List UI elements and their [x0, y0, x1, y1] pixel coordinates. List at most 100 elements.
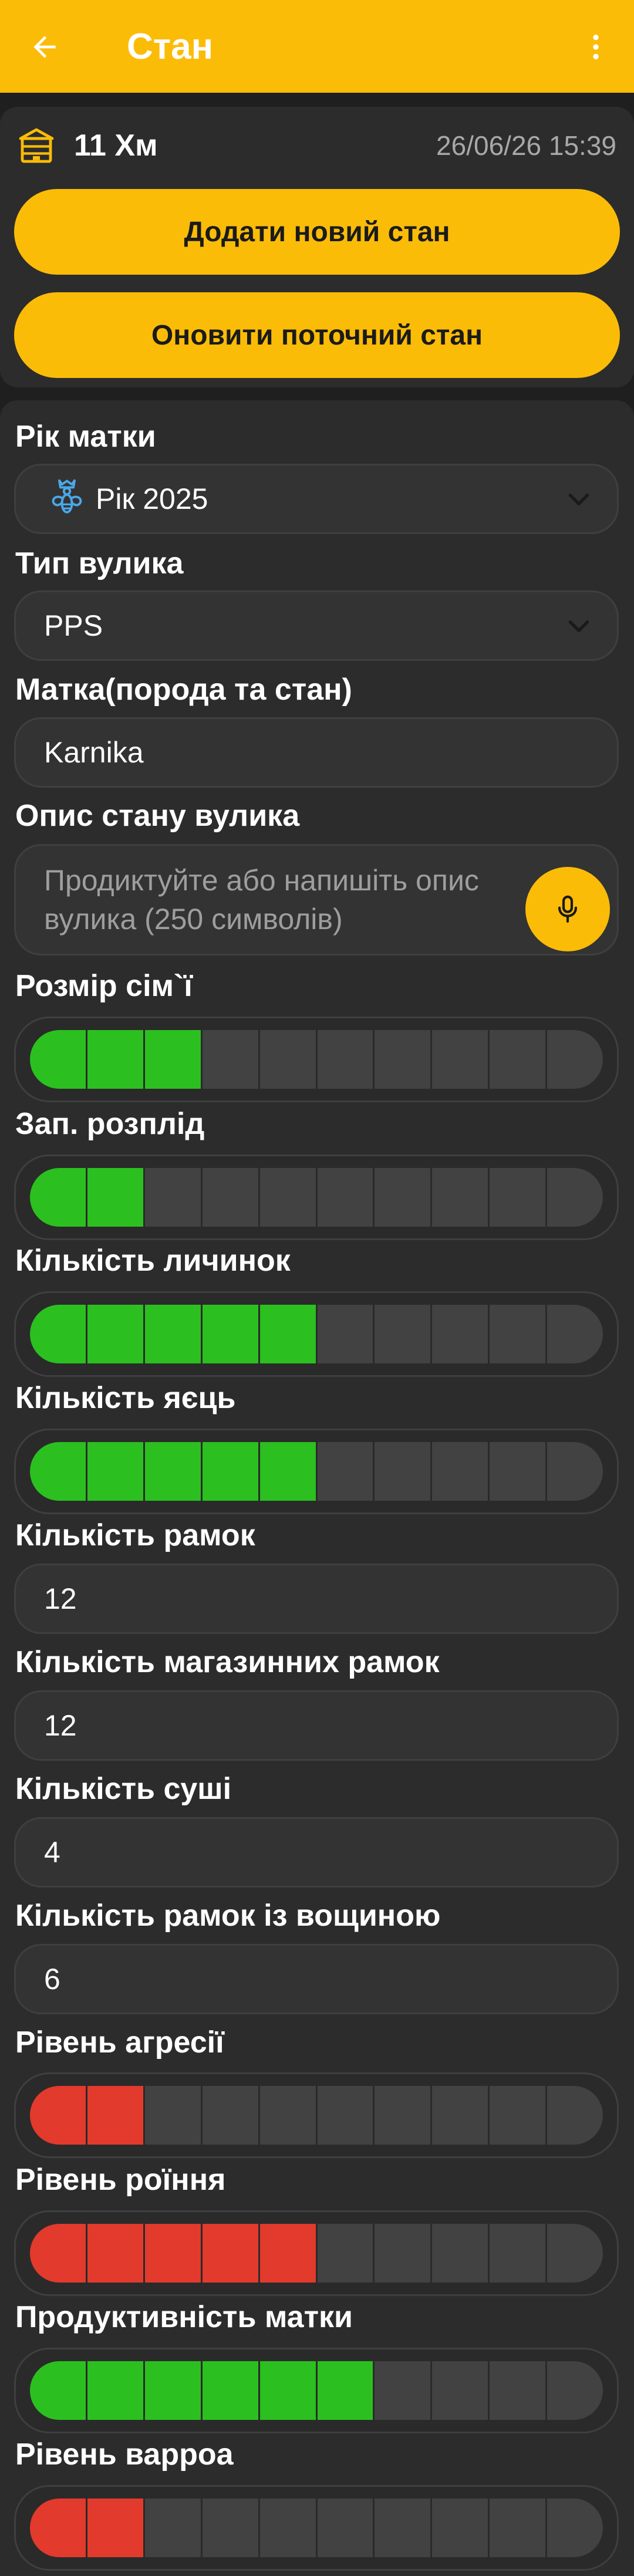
level-segment[interactable] — [490, 2499, 546, 2557]
level-segment[interactable] — [375, 2224, 431, 2283]
level-segment[interactable] — [87, 1442, 143, 1501]
level-segment[interactable] — [432, 1305, 488, 1363]
frames-input[interactable]: 12 — [14, 1564, 619, 1634]
back-button[interactable] — [21, 23, 68, 70]
level-segment[interactable] — [202, 1030, 258, 1089]
more-options-button[interactable] — [572, 23, 619, 70]
level-segment[interactable] — [30, 1030, 86, 1089]
level-segment[interactable] — [259, 1305, 316, 1363]
level-segment[interactable] — [432, 1030, 488, 1089]
level-segment[interactable] — [202, 1168, 258, 1227]
level-segment[interactable] — [490, 2224, 546, 2283]
level-segment[interactable] — [490, 1305, 546, 1363]
level-segment[interactable] — [202, 2499, 258, 2557]
level-segment[interactable] — [547, 1168, 603, 1227]
level-segment[interactable] — [87, 1168, 143, 1227]
level-segment[interactable] — [317, 2499, 373, 2557]
level-segment[interactable] — [490, 2086, 546, 2145]
level-segment[interactable] — [144, 1442, 201, 1501]
level-segment[interactable] — [547, 2361, 603, 2420]
level-segment[interactable] — [202, 2361, 258, 2420]
level-segment[interactable] — [144, 1030, 201, 1089]
level-segment[interactable] — [259, 1030, 316, 1089]
level-segment[interactable] — [547, 2224, 603, 2283]
level-segment[interactable] — [375, 1442, 431, 1501]
level-segment[interactable] — [259, 2086, 316, 2145]
level-segment[interactable] — [432, 2086, 488, 2145]
level-segment[interactable] — [202, 1305, 258, 1363]
level-segment[interactable] — [490, 1030, 546, 1089]
level-segment[interactable] — [490, 2361, 546, 2420]
level-segment[interactable] — [547, 2086, 603, 2145]
queen-productivity-level[interactable] — [14, 2348, 619, 2433]
hive-type-select[interactable]: PPS — [14, 590, 619, 661]
level-segment[interactable] — [317, 2361, 373, 2420]
level-segment[interactable] — [432, 2224, 488, 2283]
level-segment[interactable] — [375, 2361, 431, 2420]
level-segment[interactable] — [432, 1168, 488, 1227]
level-segment[interactable] — [317, 1442, 373, 1501]
level-segment[interactable] — [259, 1168, 316, 1227]
super-frames-input[interactable]: 12 — [14, 1690, 619, 1761]
level-segment[interactable] — [547, 1305, 603, 1363]
level-segment[interactable] — [317, 1030, 373, 1089]
sealed-brood-level[interactable] — [14, 1154, 619, 1240]
level-segment[interactable] — [30, 1168, 86, 1227]
foundation-frames-input[interactable]: 6 — [14, 1944, 619, 2014]
swarming-level[interactable] — [14, 2210, 619, 2296]
level-segment[interactable] — [87, 2224, 143, 2283]
level-segment[interactable] — [432, 1442, 488, 1501]
level-segment[interactable] — [317, 2224, 373, 2283]
level-segment[interactable] — [259, 2499, 316, 2557]
level-segment[interactable] — [30, 2499, 86, 2557]
level-segment[interactable] — [87, 2499, 143, 2557]
level-segment[interactable] — [375, 2086, 431, 2145]
level-segment[interactable] — [202, 2224, 258, 2283]
level-segment[interactable] — [87, 1030, 143, 1089]
level-segment[interactable] — [30, 2086, 86, 2145]
level-segment[interactable] — [144, 1305, 201, 1363]
level-segment[interactable] — [490, 1168, 546, 1227]
level-segment[interactable] — [30, 1305, 86, 1363]
level-segment[interactable] — [317, 2086, 373, 2145]
level-segment[interactable] — [202, 2086, 258, 2145]
level-segment[interactable] — [317, 1168, 373, 1227]
eggs-level[interactable] — [14, 1429, 619, 1514]
queen-year-select[interactable]: Рік 2025 — [14, 464, 619, 534]
level-segment[interactable] — [144, 2086, 201, 2145]
family-size-level[interactable] — [14, 1017, 619, 1102]
level-segment[interactable] — [490, 1442, 546, 1501]
level-segment[interactable] — [87, 1305, 143, 1363]
level-segment[interactable] — [375, 1030, 431, 1089]
level-segment[interactable] — [432, 2361, 488, 2420]
larvae-level[interactable] — [14, 1291, 619, 1377]
level-segment[interactable] — [30, 2361, 86, 2420]
level-segment[interactable] — [375, 1168, 431, 1227]
level-segment[interactable] — [432, 2499, 488, 2557]
level-segment[interactable] — [259, 1442, 316, 1501]
description-input[interactable]: Продиктуйте або напишіть опис вулика (25… — [14, 844, 619, 956]
level-segment[interactable] — [87, 2361, 143, 2420]
level-segment[interactable] — [547, 2499, 603, 2557]
aggression-level[interactable] — [14, 2072, 619, 2158]
level-segment[interactable] — [144, 2499, 201, 2557]
level-segment[interactable] — [547, 1030, 603, 1089]
add-new-state-button[interactable]: Додати новий стан — [14, 189, 620, 275]
level-segment[interactable] — [375, 1305, 431, 1363]
level-segment[interactable] — [144, 2361, 201, 2420]
level-segment[interactable] — [30, 2224, 86, 2283]
dictate-button[interactable] — [525, 867, 610, 951]
varroa-level[interactable] — [14, 2485, 619, 2571]
level-segment[interactable] — [144, 2224, 201, 2283]
level-segment[interactable] — [259, 2224, 316, 2283]
level-segment[interactable] — [30, 1442, 86, 1501]
level-segment[interactable] — [375, 2499, 431, 2557]
level-segment[interactable] — [547, 1442, 603, 1501]
queen-breed-input[interactable]: Karnika — [14, 717, 619, 788]
level-segment[interactable] — [87, 2086, 143, 2145]
update-current-state-button[interactable]: Оновити поточний стан — [14, 292, 620, 378]
drawn-comb-input[interactable]: 4 — [14, 1817, 619, 1888]
level-segment[interactable] — [144, 1168, 201, 1227]
level-segment[interactable] — [317, 1305, 373, 1363]
level-segment[interactable] — [259, 2361, 316, 2420]
